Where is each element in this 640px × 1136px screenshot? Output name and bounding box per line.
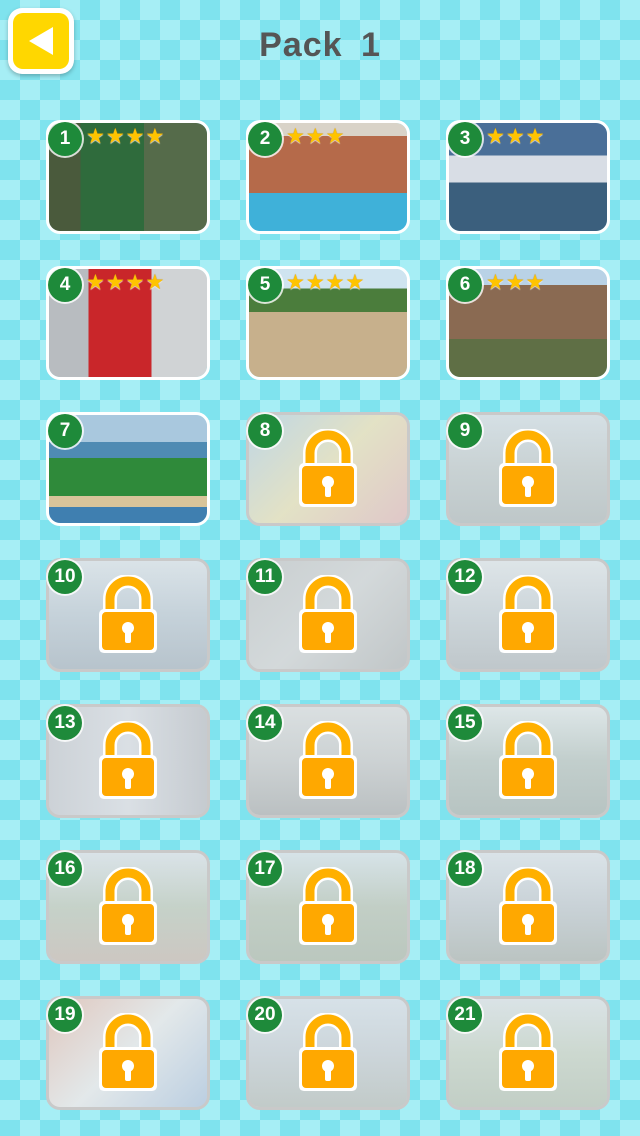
star-icon: ★: [105, 125, 125, 148]
star-icon: ★: [525, 125, 545, 148]
lock-icon: [496, 1012, 560, 1098]
level-tile-15: 15: [446, 704, 610, 818]
level-number-badge: 11: [248, 560, 282, 594]
level-tile-8: 8: [246, 412, 410, 526]
lock-icon: [496, 866, 560, 952]
level-tile-3[interactable]: 3 ★ ★ ★: [446, 120, 610, 234]
lock-icon: [496, 428, 560, 514]
star-icon: ★: [145, 125, 165, 148]
level-number-badge: 17: [248, 852, 282, 886]
level-number-badge: 3: [448, 122, 482, 156]
level-number-badge: 13: [48, 706, 82, 740]
lock-icon: [296, 428, 360, 514]
level-number-badge: 18: [448, 852, 482, 886]
level-tile-2[interactable]: 2 ★ ★ ★: [246, 120, 410, 234]
level-tile-4[interactable]: 4 ★ ★ ★ ★: [46, 266, 210, 380]
lock-icon: [96, 866, 160, 952]
level-number-badge: 7: [48, 414, 82, 448]
star-icon: ★: [505, 125, 525, 148]
level-tile-12: 12: [446, 558, 610, 672]
level-number-badge: 6: [448, 268, 482, 302]
lock-icon: [296, 1012, 360, 1098]
level-tile-18: 18: [446, 850, 610, 964]
star-icon: ★: [345, 271, 365, 294]
level-tile-14: 14: [246, 704, 410, 818]
level-number-badge: 20: [248, 998, 282, 1032]
level-number-badge: 21: [448, 998, 482, 1032]
level-tile-13: 13: [46, 704, 210, 818]
star-icon: ★: [125, 125, 145, 148]
star-rating: ★ ★ ★: [486, 126, 544, 147]
lock-icon: [96, 574, 160, 660]
star-icon: ★: [86, 271, 105, 294]
star-icon: ★: [325, 125, 345, 148]
star-rating: ★ ★ ★ ★: [286, 272, 364, 293]
lock-icon: [96, 1012, 160, 1098]
star-icon: ★: [486, 271, 505, 294]
level-tile-16: 16: [46, 850, 210, 964]
lock-icon: [496, 574, 560, 660]
level-grid: 1 ★ ★ ★ ★ 2 ★ ★ ★ 3 ★ ★ ★ 4 ★ ★ ★ ★ 5 ★ ★ ★ ★ 6 ★ ★ ★ 7 8 9 10 11 12 13 14…: [46, 120, 610, 1110]
level-tile-5[interactable]: 5 ★ ★ ★ ★: [246, 266, 410, 380]
star-icon: ★: [486, 125, 505, 148]
star-icon: ★: [325, 271, 345, 294]
lock-icon: [296, 866, 360, 952]
star-icon: ★: [286, 125, 305, 148]
level-number-badge: 16: [48, 852, 82, 886]
star-icon: ★: [105, 271, 125, 294]
level-number-badge: 15: [448, 706, 482, 740]
lock-icon: [296, 720, 360, 806]
level-tile-7[interactable]: 7: [46, 412, 210, 526]
level-tile-17: 17: [246, 850, 410, 964]
level-tile-6[interactable]: 6 ★ ★ ★: [446, 266, 610, 380]
star-icon: ★: [505, 271, 525, 294]
level-number-badge: 5: [248, 268, 282, 302]
level-tile-11: 11: [246, 558, 410, 672]
star-icon: ★: [125, 271, 145, 294]
star-icon: ★: [286, 271, 305, 294]
level-tile-21: 21: [446, 996, 610, 1110]
lock-icon: [96, 720, 160, 806]
star-icon: ★: [145, 271, 165, 294]
lock-icon: [496, 720, 560, 806]
level-number-badge: 1: [48, 122, 82, 156]
level-number-badge: 19: [48, 998, 82, 1032]
level-tile-9: 9: [446, 412, 610, 526]
level-tile-10: 10: [46, 558, 210, 672]
star-rating: ★ ★ ★: [286, 126, 344, 147]
star-rating: ★ ★ ★ ★: [86, 272, 164, 293]
level-number-badge: 10: [48, 560, 82, 594]
star-rating: ★ ★ ★ ★: [86, 126, 164, 147]
level-number-badge: 9: [448, 414, 482, 448]
star-icon: ★: [305, 271, 325, 294]
level-tile-19: 19: [46, 996, 210, 1110]
level-number-badge: 12: [448, 560, 482, 594]
star-icon: ★: [86, 125, 105, 148]
level-number-badge: 8: [248, 414, 282, 448]
star-icon: ★: [305, 125, 325, 148]
level-tile-1[interactable]: 1 ★ ★ ★ ★: [46, 120, 210, 234]
pack-title: Pack 1: [259, 26, 381, 64]
level-number-badge: 2: [248, 122, 282, 156]
star-rating: ★ ★ ★: [486, 272, 544, 293]
level-tile-20: 20: [246, 996, 410, 1110]
lock-icon: [296, 574, 360, 660]
level-number-badge: 4: [48, 268, 82, 302]
level-number-badge: 14: [248, 706, 282, 740]
star-icon: ★: [525, 271, 545, 294]
